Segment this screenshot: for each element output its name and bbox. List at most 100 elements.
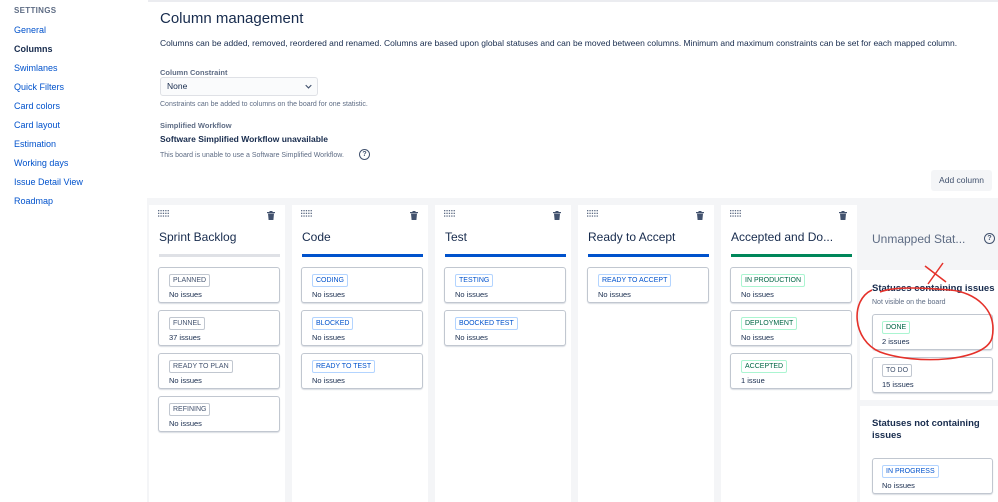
- drag-handle-icon[interactable]: [301, 210, 313, 218]
- issue-count: 1 issue: [741, 376, 765, 385]
- sidebar-item-card-colors[interactable]: Card colors: [14, 97, 140, 116]
- status-card[interactable]: BOOCKED TEST No issues: [444, 310, 566, 346]
- issue-count: No issues: [455, 290, 488, 299]
- status-lozenge: REFINING: [169, 403, 211, 416]
- status-card[interactable]: TO DO 15 issues: [872, 357, 993, 393]
- status-card[interactable]: DEPLOYMENT No issues: [730, 310, 852, 346]
- status-lozenge: FUNNEL: [169, 317, 206, 330]
- status-lozenge: DONE: [882, 321, 911, 334]
- column-title[interactable]: Sprint Backlog: [159, 230, 279, 244]
- status-card[interactable]: BLOCKED No issues: [301, 310, 423, 346]
- simplified-workflow-label: Simplified Workflow: [160, 121, 232, 130]
- issue-count: No issues: [741, 290, 774, 299]
- sidebar-item-estimation[interactable]: Estimation: [14, 135, 140, 154]
- issue-count: No issues: [598, 290, 631, 299]
- status-card[interactable]: PLANNED No issues: [158, 267, 280, 303]
- status-card[interactable]: REFINING No issues: [158, 396, 280, 432]
- sidebar-item-working-days[interactable]: Working days: [14, 154, 140, 173]
- status-lozenge: IN PROGRESS: [882, 465, 939, 478]
- add-column-button[interactable]: Add column: [931, 170, 992, 191]
- status-lozenge: CODING: [312, 274, 348, 287]
- column-title[interactable]: Ready to Accept: [588, 230, 708, 244]
- issue-count: No issues: [741, 333, 774, 342]
- drag-handle-icon[interactable]: [444, 210, 456, 218]
- page-description: Columns can be added, removed, reordered…: [160, 38, 958, 48]
- settings-sidebar: SETTINGS General Columns Swimlanes Quick Fi…: [0, 0, 140, 502]
- column-constraint-select[interactable]: None: [160, 77, 318, 96]
- status-card[interactable]: ACCEPTED 1 issue: [730, 353, 852, 389]
- status-card[interactable]: READY TO PLAN No issues: [158, 353, 280, 389]
- trash-icon[interactable]: [267, 211, 275, 220]
- column-category-bar: [731, 254, 852, 257]
- status-card[interactable]: READY TO TEST No issues: [301, 353, 423, 389]
- status-card[interactable]: CODING No issues: [301, 267, 423, 303]
- column-category-bar: [159, 254, 280, 257]
- board-column: Ready to Accept READY TO ACCEPT No issues: [578, 205, 714, 502]
- unmapped-statuses-title: Unmapped Stat...: [872, 232, 966, 246]
- board-column: Code CODING No issues BLOCKED No issues READY…: [292, 205, 428, 502]
- unmapped-statuses-panel: Unmapped Stat... ? Statuses containing i…: [860, 205, 998, 502]
- issue-count: No issues: [312, 376, 345, 385]
- column-category-bar: [302, 254, 423, 257]
- issue-count: No issues: [169, 290, 202, 299]
- status-lozenge: ACCEPTED: [741, 360, 788, 373]
- column-category-bar: [588, 254, 709, 257]
- status-lozenge: TO DO: [882, 364, 913, 377]
- issue-count: 2 issues: [882, 337, 910, 346]
- sidebar-item-roadmap[interactable]: Roadmap: [14, 192, 140, 211]
- status-card[interactable]: FUNNEL 37 issues: [158, 310, 280, 346]
- section-title: Statuses not containing issues: [872, 418, 980, 441]
- question-icon[interactable]: ?: [984, 233, 995, 244]
- status-lozenge: DEPLOYMENT: [741, 317, 798, 330]
- status-card[interactable]: DONE 2 issues: [872, 314, 993, 350]
- page-title: Column management: [160, 10, 304, 27]
- status-lozenge: IN PRODUCTION: [741, 274, 805, 287]
- status-card[interactable]: READY TO ACCEPT No issues: [587, 267, 709, 303]
- section-subtitle: Not visible on the board: [872, 299, 946, 306]
- status-lozenge: READY TO TEST: [312, 360, 376, 373]
- issue-count: No issues: [455, 333, 488, 342]
- sidebar-item-quick-filters[interactable]: Quick Filters: [14, 78, 140, 97]
- status-card[interactable]: IN PRODUCTION No issues: [730, 267, 852, 303]
- status-lozenge: BLOCKED: [312, 317, 354, 330]
- issue-count: 37 issues: [169, 333, 201, 342]
- statuses-containing-issues-section: Statuses containing issues Not visible o…: [860, 270, 998, 400]
- issue-count: No issues: [169, 376, 202, 385]
- trash-icon[interactable]: [839, 211, 847, 220]
- column-constraint-value: None: [167, 81, 188, 91]
- sidebar-heading: SETTINGS: [14, 6, 57, 15]
- status-card[interactable]: IN PROGRESS No issues: [872, 458, 993, 494]
- sidebar-item-swimlanes[interactable]: Swimlanes: [14, 59, 140, 78]
- sidebar-item-issue-detail-view[interactable]: Issue Detail View: [14, 173, 140, 192]
- status-card[interactable]: TESTING No issues: [444, 267, 566, 303]
- drag-handle-icon[interactable]: [730, 210, 742, 218]
- issue-count: No issues: [312, 333, 345, 342]
- drag-handle-icon[interactable]: [587, 210, 599, 218]
- board-column: Test TESTING No issues BOOCKED TEST No issue…: [435, 205, 571, 502]
- status-lozenge: PLANNED: [169, 274, 211, 287]
- column-constraint-helper: Constraints can be added to columns on t…: [160, 101, 368, 108]
- trash-icon[interactable]: [553, 211, 561, 220]
- trash-icon[interactable]: [410, 211, 418, 220]
- column-title[interactable]: Code: [302, 230, 422, 244]
- issue-count: No issues: [169, 419, 202, 428]
- top-divider: [148, 0, 998, 2]
- drag-handle-icon[interactable]: [158, 210, 170, 218]
- status-lozenge: READY TO PLAN: [169, 360, 233, 373]
- issue-count: No issues: [882, 481, 915, 490]
- status-lozenge: BOOCKED TEST: [455, 317, 518, 330]
- status-lozenge: TESTING: [455, 274, 494, 287]
- column-title[interactable]: Accepted and Do...: [731, 230, 851, 244]
- statuses-not-containing-issues-section: Statuses not containing issues IN PROGRE…: [860, 406, 998, 502]
- simplified-workflow-helper: This board is unable to use a Software S…: [160, 152, 344, 159]
- sidebar-item-general[interactable]: General: [14, 21, 140, 40]
- sidebar-item-columns[interactable]: Columns: [14, 40, 140, 59]
- question-icon[interactable]: ?: [359, 149, 370, 160]
- chevron-down-icon: [305, 84, 312, 89]
- sidebar-item-card-layout[interactable]: Card layout: [14, 116, 140, 135]
- column-board: Unmapped Stat... ? Statuses containing i…: [147, 198, 998, 502]
- sidebar-items: General Columns Swimlanes Quick Filters Card…: [14, 21, 140, 211]
- section-title: Statuses containing issues: [872, 283, 995, 294]
- column-title[interactable]: Test: [445, 230, 565, 244]
- trash-icon[interactable]: [696, 211, 704, 220]
